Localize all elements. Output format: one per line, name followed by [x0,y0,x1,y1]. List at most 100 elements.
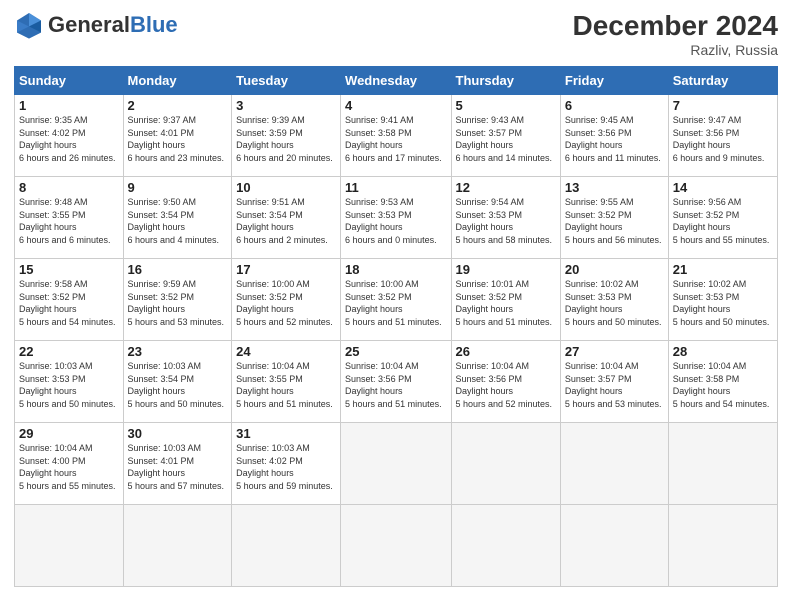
header: GeneralBlue December 2024 Razliv, Russia [14,10,778,58]
table-row: 21 Sunrise: 10:02 AMSunset: 3:53 PMDaylig… [668,259,777,341]
day-info: Sunrise: 10:01 AMSunset: 3:52 PMDaylight… [456,279,553,327]
day-number: 29 [19,426,119,441]
day-number: 23 [128,344,228,359]
table-row [560,423,668,505]
day-number: 18 [345,262,446,277]
day-number: 4 [345,98,446,113]
day-number: 31 [236,426,336,441]
day-number: 7 [673,98,773,113]
day-info: Sunrise: 9:58 AMSunset: 3:52 PMDaylight … [19,279,116,327]
day-number: 6 [565,98,664,113]
col-tuesday: Tuesday [232,67,341,95]
day-info: Sunrise: 10:04 AMSunset: 4:00 PMDaylight… [19,443,116,491]
table-row: 9Sunrise: 9:50 AMSunset: 3:54 PMDaylight… [123,177,232,259]
table-row: 16Sunrise: 9:59 AMSunset: 3:52 PMDayligh… [123,259,232,341]
location: Razliv, Russia [573,42,778,58]
table-row [341,423,451,505]
title-block: December 2024 Razliv, Russia [573,10,778,58]
table-row: 6 Sunrise: 9:45 AMSunset: 3:56 PMDaylight… [560,95,668,177]
table-row: 10Sunrise: 9:51 AMSunset: 3:54 PMDayligh… [232,177,341,259]
table-row: 26 Sunrise: 10:04 AMSunset: 3:56 PMDaylig… [451,341,560,423]
table-row [451,423,560,505]
table-row: 29 Sunrise: 10:04 AMSunset: 4:00 PMDaylig… [15,423,124,505]
calendar-week-row: 22Sunrise: 10:03 AMSunset: 3:53 PMDaylig… [15,341,778,423]
day-number: 24 [236,344,336,359]
col-saturday: Saturday [668,67,777,95]
day-info: Sunrise: 9:50 AMSunset: 3:54 PMDaylight … [128,197,220,245]
table-row: 8 Sunrise: 9:48 AMSunset: 3:55 PMDaylight… [15,177,124,259]
day-info: Sunrise: 9:45 AMSunset: 3:56 PMDaylight … [565,115,661,163]
table-row: 27Sunrise: 10:04 AMSunset: 3:57 PMDaylig… [560,341,668,423]
table-row: 13Sunrise: 9:55 AMSunset: 3:52 PMDayligh… [560,177,668,259]
table-row: 12Sunrise: 9:54 AMSunset: 3:53 PMDayligh… [451,177,560,259]
day-number: 27 [565,344,664,359]
day-number: 5 [456,98,556,113]
table-row: 15 Sunrise: 9:58 AMSunset: 3:52 PMDayligh… [15,259,124,341]
day-info: Sunrise: 10:04 AMSunset: 3:58 PMDaylight… [673,361,770,409]
logo: GeneralBlue [14,10,178,40]
day-number: 19 [456,262,556,277]
day-info: Sunrise: 9:53 AMSunset: 3:53 PMDaylight … [345,197,437,245]
calendar-week-row: 8 Sunrise: 9:48 AMSunset: 3:55 PMDaylight… [15,177,778,259]
logo-icon [14,10,44,40]
day-number: 2 [128,98,228,113]
calendar-week-row: 29 Sunrise: 10:04 AMSunset: 4:00 PMDaylig… [15,423,778,505]
day-info: Sunrise: 9:47 AMSunset: 3:56 PMDaylight … [673,115,765,163]
day-number: 10 [236,180,336,195]
table-row: 23 Sunrise: 10:03 AMSunset: 3:54 PMDaylig… [123,341,232,423]
table-row [15,505,124,587]
calendar-week-row [15,505,778,587]
day-number: 8 [19,180,119,195]
day-info: Sunrise: 10:02 AMSunset: 3:53 PMDaylight… [673,279,770,327]
table-row: 28Sunrise: 10:04 AMSunset: 3:58 PMDaylig… [668,341,777,423]
table-row [560,505,668,587]
day-info: Sunrise: 9:39 AMSunset: 3:59 PMDaylight … [236,115,333,163]
table-row [451,505,560,587]
col-sunday: Sunday [15,67,124,95]
col-thursday: Thursday [451,67,560,95]
table-row: 17Sunrise: 10:00 AMSunset: 3:52 PMDaylig… [232,259,341,341]
day-info: Sunrise: 9:35 AMSunset: 4:02 PMDaylight … [19,115,116,163]
day-number: 15 [19,262,119,277]
day-number: 26 [456,344,556,359]
page-container: GeneralBlue December 2024 Razliv, Russia… [0,0,792,597]
day-info: Sunrise: 10:03 AMSunset: 3:54 PMDaylight… [128,361,225,409]
weekday-header-row: Sunday Monday Tuesday Wednesday Thursday… [15,67,778,95]
day-number: 16 [128,262,228,277]
day-info: Sunrise: 10:03 AMSunset: 4:01 PMDaylight… [128,443,225,491]
table-row: 3 Sunrise: 9:39 AMSunset: 3:59 PMDaylight… [232,95,341,177]
col-wednesday: Wednesday [341,67,451,95]
table-row [668,505,777,587]
day-number: 1 [19,98,119,113]
day-info: Sunrise: 10:04 AMSunset: 3:55 PMDaylight… [236,361,333,409]
day-number: 25 [345,344,446,359]
table-row: 7 Sunrise: 9:47 AMSunset: 3:56 PMDaylight… [668,95,777,177]
day-info: Sunrise: 10:04 AMSunset: 3:56 PMDaylight… [456,361,553,409]
table-row [232,505,341,587]
day-info: Sunrise: 9:54 AMSunset: 3:53 PMDaylight … [456,197,553,245]
day-info: Sunrise: 9:48 AMSunset: 3:55 PMDaylight … [19,197,111,245]
day-number: 21 [673,262,773,277]
day-number: 14 [673,180,773,195]
table-row: 14Sunrise: 9:56 AMSunset: 3:52 PMDayligh… [668,177,777,259]
table-row: 1 Sunrise: 9:35 AMSunset: 4:02 PMDaylight… [15,95,124,177]
calendar-week-row: 1 Sunrise: 9:35 AMSunset: 4:02 PMDaylight… [15,95,778,177]
table-row: 20Sunrise: 10:02 AMSunset: 3:53 PMDaylig… [560,259,668,341]
table-row: 2Sunrise: 9:37 AMSunset: 4:01 PMDaylight… [123,95,232,177]
table-row: 25 Sunrise: 10:04 AMSunset: 3:56 PMDaylig… [341,341,451,423]
logo-general: General [48,12,130,37]
day-info: Sunrise: 9:43 AMSunset: 3:57 PMDaylight … [456,115,553,163]
day-number: 13 [565,180,664,195]
table-row: 22Sunrise: 10:03 AMSunset: 3:53 PMDaylig… [15,341,124,423]
day-info: Sunrise: 10:04 AMSunset: 3:56 PMDaylight… [345,361,442,409]
day-info: Sunrise: 10:03 AMSunset: 4:02 PMDaylight… [236,443,333,491]
col-friday: Friday [560,67,668,95]
table-row: 24 Sunrise: 10:04 AMSunset: 3:55 PMDaylig… [232,341,341,423]
table-row [668,423,777,505]
day-info: Sunrise: 10:02 AMSunset: 3:53 PMDaylight… [565,279,662,327]
logo-text: GeneralBlue [48,14,178,36]
day-number: 22 [19,344,119,359]
day-number: 3 [236,98,336,113]
day-info: Sunrise: 9:41 AMSunset: 3:58 PMDaylight … [345,115,442,163]
calendar-week-row: 15 Sunrise: 9:58 AMSunset: 3:52 PMDayligh… [15,259,778,341]
